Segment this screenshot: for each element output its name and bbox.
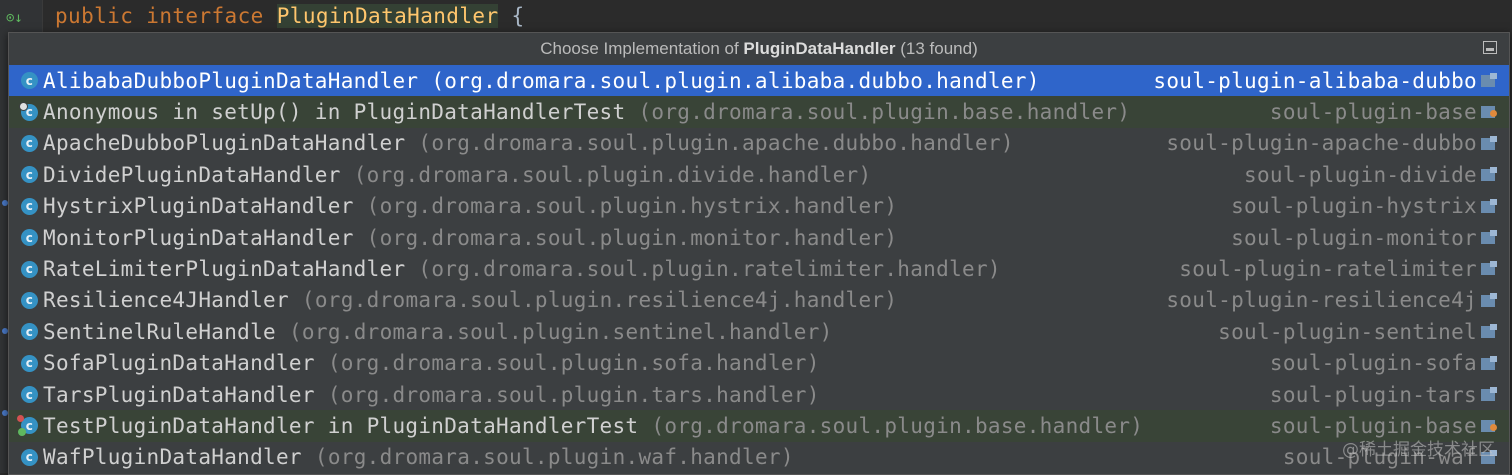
popup-title-class: PluginDataHandler xyxy=(743,39,896,58)
watermark: @稀土掘金技术社区 xyxy=(1342,440,1495,460)
test-module-icon xyxy=(1481,418,1497,433)
module-folder-icon xyxy=(1481,261,1497,276)
implementation-package: (org.dromara.soul.plugin.tars.handler) xyxy=(327,382,820,407)
class-icon: c xyxy=(21,166,38,184)
module-folder-icon xyxy=(1481,324,1497,339)
code-line-interface: public interface PluginDataHandler { xyxy=(55,4,525,28)
class-icon: c xyxy=(21,260,38,278)
implementation-name: WafPluginDataHandler xyxy=(43,445,302,470)
module-name: soul-plugin-sentinel xyxy=(1218,319,1477,344)
module-folder-icon xyxy=(1481,229,1497,244)
implementation-package: (org.dromara.soul.plugin.alibaba.dubbo.h… xyxy=(431,68,1040,93)
implementation-row[interactable]: c WafPluginDataHandler (org.dromara.soul.p… xyxy=(9,442,1509,473)
implementation-name: Anonymous in setUp() in PluginDataHandle… xyxy=(43,100,626,125)
module-name: soul-plugin-apache-dubbo xyxy=(1166,131,1477,156)
module-folder-icon xyxy=(1481,73,1497,87)
implementation-row[interactable]: c DividePluginDataHandler (org.dromara.sou… xyxy=(9,159,1509,190)
implementation-name: TestPluginDataHandler in PluginDataHandl… xyxy=(43,413,639,438)
class-icon: c xyxy=(21,134,38,152)
module-folder-icon xyxy=(1481,292,1497,307)
module-name: soul-plugin-ratelimiter xyxy=(1179,257,1477,282)
implementation-package: (org.dromara.soul.plugin.sentinel.handle… xyxy=(288,319,833,344)
implementation-name: Resilience4JHandler xyxy=(43,288,289,313)
test-class-icon: c xyxy=(17,415,38,437)
class-icon: c xyxy=(21,323,38,341)
implementation-row[interactable]: c MonitorPluginDataHandler (org.dromara.so… xyxy=(9,222,1509,253)
module-name: soul-plugin-tars xyxy=(1269,382,1477,407)
class-icon: c xyxy=(21,229,38,247)
implementation-row[interactable]: c SentinelRuleHandle (org.dromara.soul.plu… xyxy=(9,316,1509,347)
module-folder-icon xyxy=(1481,135,1497,150)
implementation-package: (org.dromara.soul.plugin.base.handler) xyxy=(651,413,1144,438)
module-name: soul-plugin-alibaba-dubbo xyxy=(1153,68,1477,93)
implementation-name: MonitorPluginDataHandler xyxy=(43,225,354,250)
implementation-row[interactable]: c Anonymous in setUp() in PluginDataHandl… xyxy=(9,96,1509,128)
implementation-name: SofaPluginDataHandler xyxy=(43,351,315,376)
class-icon: c xyxy=(21,354,38,372)
class-icon: c xyxy=(21,448,38,466)
code-keywords: public interface xyxy=(55,4,264,28)
implementation-name: AlibabaDubboPluginDataHandler xyxy=(43,68,419,93)
class-icon: c xyxy=(21,72,38,90)
module-folder-icon xyxy=(1481,198,1497,213)
code-brace: { xyxy=(511,4,525,28)
implementation-row[interactable]: c TarsPluginDataHandler (org.dromara.soul.… xyxy=(9,379,1509,410)
module-folder-icon xyxy=(1481,386,1497,401)
implementation-name: ApacheDubboPluginDataHandler xyxy=(43,131,406,156)
implementation-name: SentinelRuleHandle xyxy=(43,319,276,344)
module-name: soul-plugin-base xyxy=(1269,100,1477,125)
popup-title: Choose Implementation of PluginDataHandl… xyxy=(540,39,978,59)
class-icon: c xyxy=(21,197,38,215)
implementation-package: (org.dromara.soul.plugin.resilience4j.ha… xyxy=(301,288,898,313)
implementation-row[interactable]: c RateLimiterPluginDataHandler (org.dromar… xyxy=(9,253,1509,284)
class-icon: c xyxy=(21,291,38,309)
implementation-name: DividePluginDataHandler xyxy=(43,162,341,187)
implementation-package: (org.dromara.soul.plugin.monitor.handler… xyxy=(366,225,898,250)
implementation-row[interactable]: c HystrixPluginDataHandler (org.dromara.so… xyxy=(9,191,1509,222)
module-name: soul-plugin-monitor xyxy=(1231,225,1477,250)
anonymous-class-icon: c xyxy=(19,101,38,121)
popup-title-prefix: Choose Implementation of xyxy=(540,39,739,58)
popup-title-count: (13 found) xyxy=(900,39,978,58)
implementation-row[interactable]: c SofaPluginDataHandler (org.dromara.soul.… xyxy=(9,348,1509,379)
open-in-window-icon[interactable] xyxy=(1483,41,1497,54)
popup-header: Choose Implementation of PluginDataHandl… xyxy=(9,33,1509,65)
test-module-icon xyxy=(1481,104,1497,119)
implementation-package: (org.dromara.soul.plugin.sofa.handler) xyxy=(327,351,820,376)
implementation-package: (org.dromara.soul.plugin.base.handler) xyxy=(638,100,1131,125)
implementation-package: (org.dromara.soul.plugin.divide.handler) xyxy=(353,162,872,187)
implementation-name: HystrixPluginDataHandler xyxy=(43,194,354,219)
implementation-name: RateLimiterPluginDataHandler xyxy=(43,257,406,282)
module-folder-icon xyxy=(1481,167,1497,182)
module-name: soul-plugin-hystrix xyxy=(1231,194,1477,219)
implementation-package: (org.dromara.soul.plugin.waf.handler) xyxy=(314,445,794,470)
implementation-name: TarsPluginDataHandler xyxy=(43,382,315,407)
module-folder-icon xyxy=(1481,355,1497,370)
implementation-package: (org.dromara.soul.plugin.hystrix.handler… xyxy=(366,194,898,219)
class-icon: c xyxy=(21,386,38,404)
code-class-name[interactable]: PluginDataHandler xyxy=(276,4,499,28)
implementation-package: (org.dromara.soul.plugin.apache.dubbo.ha… xyxy=(418,131,1014,156)
choose-implementation-popup: Choose Implementation of PluginDataHandl… xyxy=(8,32,1510,475)
module-name: soul-plugin-sofa xyxy=(1269,351,1477,376)
implementation-row[interactable]: c ApacheDubboPluginDataHandler (org.dromar… xyxy=(9,128,1509,159)
module-name: soul-plugin-resilience4j xyxy=(1166,288,1477,313)
implementation-package: (org.dromara.soul.plugin.ratelimiter.han… xyxy=(418,257,1001,282)
implementation-list: c AlibabaDubboPluginDataHandler (org.droma… xyxy=(9,65,1509,473)
module-name: soul-plugin-divide xyxy=(1244,162,1477,187)
implementation-row[interactable]: c TestPluginDataHandler in PluginDataHand… xyxy=(9,410,1509,442)
implementation-row[interactable]: c AlibabaDubboPluginDataHandler (org.droma… xyxy=(9,65,1509,97)
implementations-gutter-icon[interactable]: ⊙↓ xyxy=(6,10,23,26)
implementation-row[interactable]: c Resilience4JHandler (org.dromara.soul.pl… xyxy=(9,285,1509,316)
